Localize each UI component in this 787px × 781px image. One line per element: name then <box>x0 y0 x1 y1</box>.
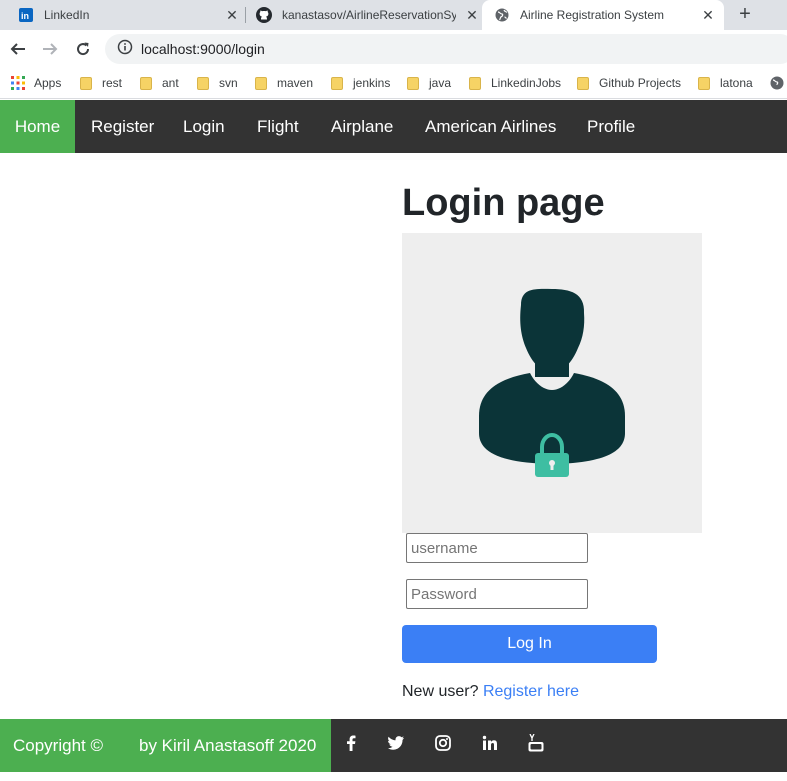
nav-register[interactable]: Register <box>91 100 154 153</box>
facebook-icon[interactable] <box>341 733 361 753</box>
tab-title: kanastasov/AirlineReservationSys <box>282 8 456 22</box>
bookmark-label: svn <box>219 76 238 90</box>
password-field[interactable] <box>406 579 588 609</box>
username-field[interactable] <box>406 533 588 563</box>
page-title: Login page <box>402 182 605 224</box>
tab-separator <box>245 7 246 23</box>
browser-tab-strip: in LinkedIn ✕ kanastasov/AirlineReservat… <box>0 0 787 30</box>
nav-flight[interactable]: Flight <box>257 100 299 153</box>
nav-airplane[interactable]: Airplane <box>331 100 393 153</box>
instagram-icon[interactable] <box>433 733 453 753</box>
globe-icon <box>494 7 510 23</box>
close-icon[interactable]: ✕ <box>700 7 716 23</box>
svg-text:in: in <box>21 11 29 21</box>
nav-profile[interactable]: Profile <box>587 100 635 153</box>
bookmark-label: maven <box>277 76 314 90</box>
bookmark-label: Apps <box>34 76 62 90</box>
nav-home[interactable]: Home <box>0 100 75 153</box>
user-lock-icon <box>479 288 625 477</box>
close-icon[interactable]: ✕ <box>224 7 240 23</box>
bookmark-label: rest <box>102 76 123 90</box>
github-icon <box>256 7 272 23</box>
forward-arrow-icon[interactable] <box>39 38 61 60</box>
bookmark-latona[interactable]: latona <box>698 74 753 92</box>
bookmark-jenkins[interactable]: jenkins <box>331 74 390 92</box>
linkedin-icon[interactable] <box>480 733 500 753</box>
site-footer: Copyright © by Kiril Anastasoff 2020 <box>0 719 787 772</box>
folder-icon <box>577 76 589 90</box>
twitter-icon[interactable] <box>386 733 406 753</box>
youtube-icon[interactable] <box>526 733 546 753</box>
user-lock-avatar <box>402 233 702 533</box>
nav-american-airlines[interactable]: American Airlines <box>425 100 556 153</box>
bookmarks-bar: Apps rest ant svn maven jenkins java Lin… <box>0 68 787 99</box>
browser-toolbar: localhost:9000/login <box>0 30 787 68</box>
tab-title: Airline Registration System <box>520 8 665 22</box>
register-link[interactable]: Register here <box>483 683 579 700</box>
tab-title: LinkedIn <box>44 8 90 22</box>
bookmark-java[interactable]: java <box>407 74 451 92</box>
address-bar[interactable]: localhost:9000/login <box>105 34 787 64</box>
login-button[interactable]: Log In <box>402 625 657 663</box>
info-icon[interactable] <box>117 39 133 60</box>
bookmark-label: latona <box>720 76 753 90</box>
back-arrow-icon[interactable] <box>7 38 29 60</box>
reload-icon[interactable] <box>72 38 94 60</box>
tab-linkedin[interactable]: in LinkedIn ✕ <box>18 0 240 30</box>
bookmark-label: ant <box>162 76 179 90</box>
bookmark-label: Github Projects <box>599 76 682 90</box>
globe-icon[interactable] <box>770 74 784 92</box>
author-text: by Kiril Anastasoff 2020 <box>139 735 317 755</box>
folder-icon <box>407 76 419 90</box>
bookmark-github-projects[interactable]: Github Projects <box>577 74 681 92</box>
folder-icon <box>698 76 710 90</box>
bookmark-maven[interactable]: maven <box>255 74 313 92</box>
folder-icon <box>255 76 267 90</box>
bookmark-label: jenkins <box>353 76 391 90</box>
folder-icon <box>197 76 209 90</box>
nav-login[interactable]: Login <box>183 100 225 153</box>
apps-grid-icon <box>11 76 25 90</box>
tab-airline-registration[interactable]: Airline Registration System ✕ <box>482 0 724 30</box>
bookmark-linkedinjobs[interactable]: LinkedinJobs <box>469 74 561 92</box>
new-tab-icon[interactable]: + <box>734 4 756 26</box>
new-user-text: New user? <box>402 683 479 700</box>
new-user-prompt: New user? Register here <box>402 683 579 701</box>
bookmark-apps[interactable]: Apps <box>11 74 61 92</box>
site-navbar: Home Register Login Flight Airplane Amer… <box>0 100 787 153</box>
bookmark-label: java <box>429 76 452 90</box>
close-icon[interactable]: ✕ <box>464 7 480 23</box>
copyright-text: Copyright © <box>13 735 104 755</box>
url-text: localhost:9000/login <box>141 41 265 57</box>
folder-icon <box>140 76 152 90</box>
folder-icon <box>80 76 92 90</box>
bookmark-svn[interactable]: svn <box>197 74 238 92</box>
linkedin-icon: in <box>18 7 34 23</box>
bookmark-label: LinkedinJobs <box>491 76 562 90</box>
tab-github[interactable]: kanastasov/AirlineReservationSys ✕ <box>256 0 480 30</box>
bookmark-rest[interactable]: rest <box>80 74 122 92</box>
folder-icon <box>331 76 343 90</box>
bookmark-ant[interactable]: ant <box>140 74 179 92</box>
folder-icon <box>469 76 481 90</box>
